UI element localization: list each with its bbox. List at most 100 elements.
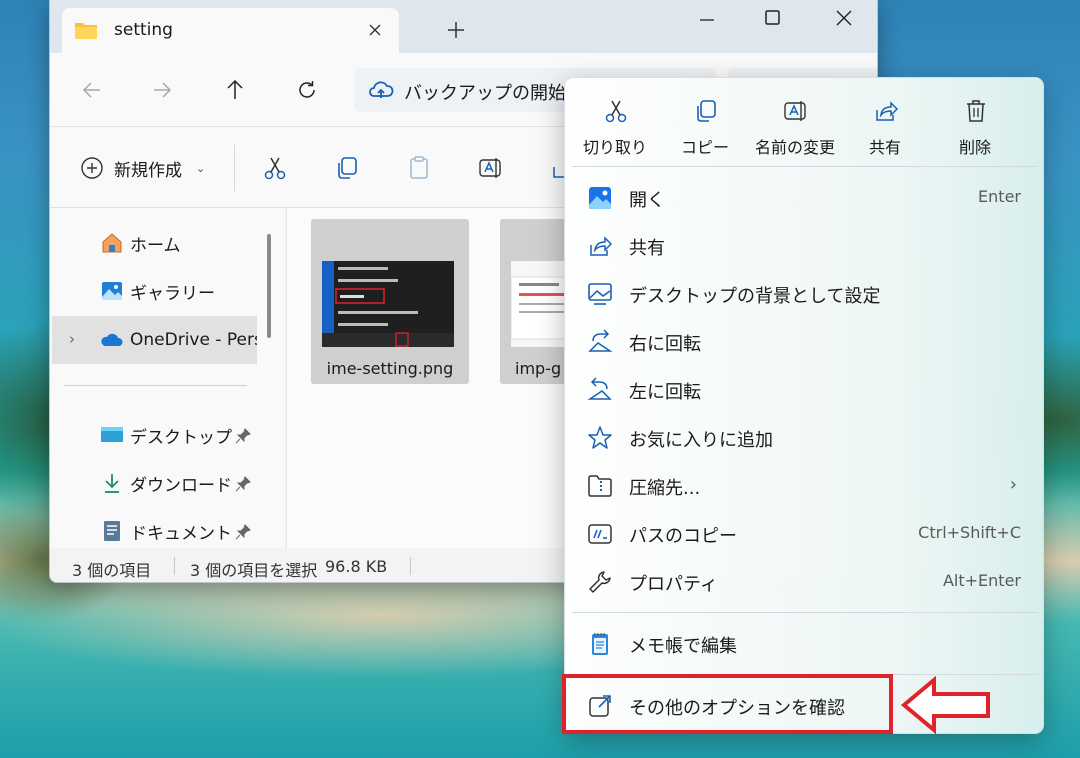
rotate-right-icon [588,329,613,352]
sidebar-item-label: ホーム [130,235,181,256]
menu-item-share[interactable]: 共有 [565,222,1043,270]
status-divider [174,557,175,575]
maximize-icon[interactable] [753,4,793,32]
paste-icon[interactable] [406,155,432,181]
folder-icon [75,23,97,39]
menu-item-label: 左に回転 [629,382,701,403]
cut-label: 切り取り [582,138,647,157]
menu-item-label: お気に入りに追加 [629,430,773,451]
menu-item-label: プロパティ [629,574,718,595]
highlight-box [562,674,893,734]
new-label: 新規作成 [114,160,182,181]
sidebar-item-label: OneDrive - Perso [130,330,257,350]
menu-item-rotate-right[interactable]: 右に回転 [565,318,1043,366]
cut-button[interactable]: 切り取り [570,78,660,166]
new-tab-icon[interactable] [442,16,470,44]
navigation-pane: ホーム ギャラリー › OneDrive - Perso デスクトップ ダウンロ… [50,208,285,548]
zip-folder-icon [588,475,612,497]
share-label: 共有 [868,138,901,157]
gallery-icon [102,282,122,300]
sidebar-scrollbar[interactable] [267,234,271,338]
notepad-icon [592,633,608,655]
selection-count: 3 個の項目を選択 [190,561,318,580]
arrow-up-icon [227,79,243,99]
context-menu: 切り取り コピー 名前の変更 共有 削除 開く Enter 共有 デスクトップの… [564,77,1044,734]
delete-button[interactable]: 削除 [930,78,1020,166]
rename-icon [784,101,806,121]
share-button[interactable]: 共有 [840,78,930,166]
copy-path-icon [588,524,612,544]
image-thumbnail [322,261,454,347]
chevron-right-icon[interactable]: › [69,330,75,348]
menu-item-edit-notepad[interactable]: メモ帳で編集 [565,620,1043,668]
chevron-down-icon: ⌄ [196,161,206,175]
plus-circle-icon [81,157,103,179]
shortcut-text: Alt+Enter [942,571,1021,590]
download-icon [105,474,119,493]
menu-item-label: 共有 [629,238,665,259]
sidebar-item-onedrive[interactable]: › OneDrive - Perso [52,316,257,364]
menu-item-label: 開く [629,190,665,211]
pin-icon[interactable] [234,475,252,493]
sidebar-item-home[interactable]: ホーム [100,228,181,258]
forward-button[interactable] [142,73,182,107]
menu-item-compress[interactable]: 圧縮先... › [565,462,1043,510]
tab-setting[interactable]: setting [62,8,399,53]
refresh-icon [299,81,315,98]
sidebar-item-gallery[interactable]: ギャラリー [100,276,215,306]
copy-button[interactable]: コピー [660,78,750,166]
minimize-icon[interactable] [687,4,727,32]
delete-icon [967,100,985,122]
up-button[interactable] [215,73,255,107]
share-icon [876,101,899,121]
status-divider [410,557,411,575]
address-text: バックアップの開始 [404,83,566,104]
rotate-left-icon [587,377,612,400]
copy-icon[interactable] [334,155,360,181]
menu-item-add-favorite[interactable]: お気に入りに追加 [565,414,1043,462]
menu-item-properties[interactable]: プロパティ Alt+Enter [565,558,1043,606]
share-icon [590,236,613,256]
sidebar-item-downloads[interactable]: ダウンロード [100,468,232,498]
pin-icon[interactable] [234,523,252,541]
rename-icon[interactable] [478,155,504,181]
sidebar-item-label: ダウンロード [130,475,232,496]
sidebar-item-desktop[interactable]: デスクトップ [100,420,232,450]
close-tab-icon[interactable] [361,16,389,44]
file-item[interactable]: ime-setting.png [311,219,469,384]
wallpaper-icon [588,283,612,305]
menu-item-copy-path[interactable]: パスのコピー Ctrl+Shift+C [565,510,1043,558]
new-button[interactable]: 新規作成 ⌄ [80,153,205,183]
sidebar-divider [64,385,247,386]
back-button[interactable] [72,73,112,107]
refresh-button[interactable] [287,73,327,107]
pin-icon[interactable] [234,427,252,445]
menu-item-label: 右に回転 [629,334,701,355]
delete-label: 削除 [958,138,991,157]
selection-size: 96.8 KB [325,557,388,576]
toolbar-divider [234,145,235,191]
annotation-arrow-icon [900,676,990,734]
menu-item-open[interactable]: 開く Enter [565,174,1043,222]
menu-item-label: 圧縮先... [629,478,701,499]
onedrive-entry: OneDrive - Perso [100,325,257,355]
documents-icon [104,521,120,541]
menu-item-rotate-left[interactable]: 左に回転 [565,366,1043,414]
menu-item-label: パスのコピー [629,526,737,547]
desktop-folder-icon [101,427,123,442]
tab-label: setting [114,20,173,40]
sidebar-item-documents[interactable]: ドキュメント [100,516,232,546]
close-window-icon[interactable] [824,4,864,32]
item-count: 3 個の項目 [72,561,152,580]
menu-item-label: メモ帳で編集 [629,636,737,657]
star-icon [588,426,612,449]
cut-icon[interactable] [262,155,288,181]
menu-item-set-wallpaper[interactable]: デスクトップの背景として設定 [565,270,1043,318]
menu-divider [572,166,1038,167]
file-name: ime-setting.png [326,359,454,378]
copy-icon [697,100,716,122]
photos-app-icon [589,187,611,209]
rename-button[interactable]: 名前の変更 [750,78,840,166]
onedrive-backup-icon [369,81,394,98]
home-icon [102,233,122,253]
